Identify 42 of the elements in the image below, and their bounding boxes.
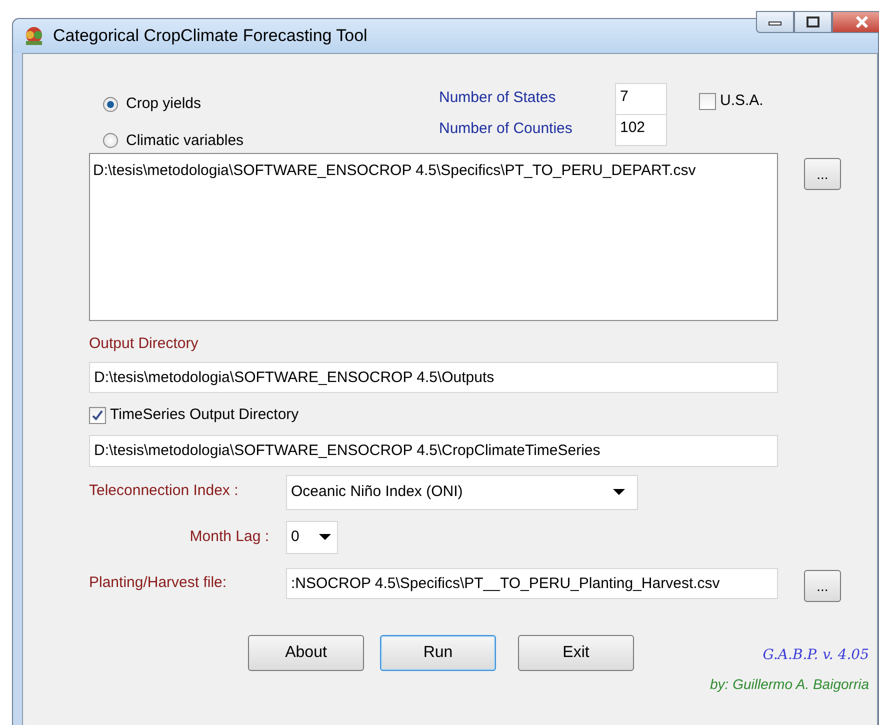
dialog-button[interactable]: About [248, 634, 364, 670]
field-label: Number of Counties [439, 119, 574, 140]
radio-button[interactable] [103, 96, 118, 112]
field-label: Teleconnection Index : [89, 480, 240, 500]
caret-icon [613, 489, 625, 495]
author-label: by: Guillermo A. Baigorria [710, 674, 869, 694]
browse-button[interactable]: ... [804, 158, 841, 190]
radio-option[interactable]: Crop yields [103, 93, 439, 116]
directory-field[interactable]: D:\tesis\metodologia\SOFTWARE_ENSOCROP 4.5\Outputs [89, 362, 778, 394]
field-label: Number of States [439, 88, 557, 108]
version-label: G.A.B.P. v. 4.05 [762, 646, 869, 664]
field-label: Planting/Harvest file: [89, 573, 228, 594]
file-path-field[interactable]: :NSOCROP 4.5\Specifics\PT__TO_PERU_Planting_Harvest.csv [286, 568, 778, 600]
close-icon [855, 16, 869, 28]
number-field[interactable]: 7 [615, 82, 667, 114]
dropdown-value: Oceanic Niño Index (ONI) [291, 482, 463, 502]
maximize-button[interactable] [794, 11, 832, 33]
field-label: Month Lag : [188, 526, 269, 547]
checkbox-label: TimeSeries Output Directory [110, 405, 299, 426]
close-button[interactable] [832, 11, 879, 33]
app-icon [23, 25, 45, 47]
section-label: Output Directory [89, 334, 200, 354]
dropdown-value: 0 [291, 526, 300, 547]
radio-label: Climatic variables [126, 130, 244, 150]
file-list-box[interactable]: D:\tesis\metodologia\SOFTWARE_ENSOCROP 4.5\Specifics\PT_TO_PERU_DEPART.csv [89, 153, 778, 321]
window-title: Categorical CropClimate Forecasting Tool [53, 25, 368, 48]
dialog-button[interactable]: Run [380, 634, 496, 670]
dialog-button[interactable]: Exit [518, 634, 634, 670]
minimize-button[interactable] [756, 11, 794, 33]
directory-field[interactable]: D:\tesis\metodologia\SOFTWARE_ENSOCROP 4.5\CropClimateTimeSeries [89, 434, 778, 466]
checkbox-label: U.S.A. [720, 91, 764, 111]
number-field[interactable]: 102 [615, 114, 667, 146]
index-dropdown[interactable]: Oceanic Niño Index (ONI) [286, 474, 638, 510]
maximize-icon [806, 16, 820, 28]
radio-button[interactable] [103, 133, 118, 148]
caret-icon [319, 534, 331, 540]
lag-dropdown[interactable]: 0 [286, 520, 338, 554]
radio-label: Crop yields [126, 94, 202, 114]
checkbox[interactable] [699, 92, 716, 110]
checkbox[interactable] [89, 407, 106, 424]
radio-option[interactable]: Climatic variables [103, 130, 439, 152]
browse-button[interactable]: ... [804, 570, 841, 602]
